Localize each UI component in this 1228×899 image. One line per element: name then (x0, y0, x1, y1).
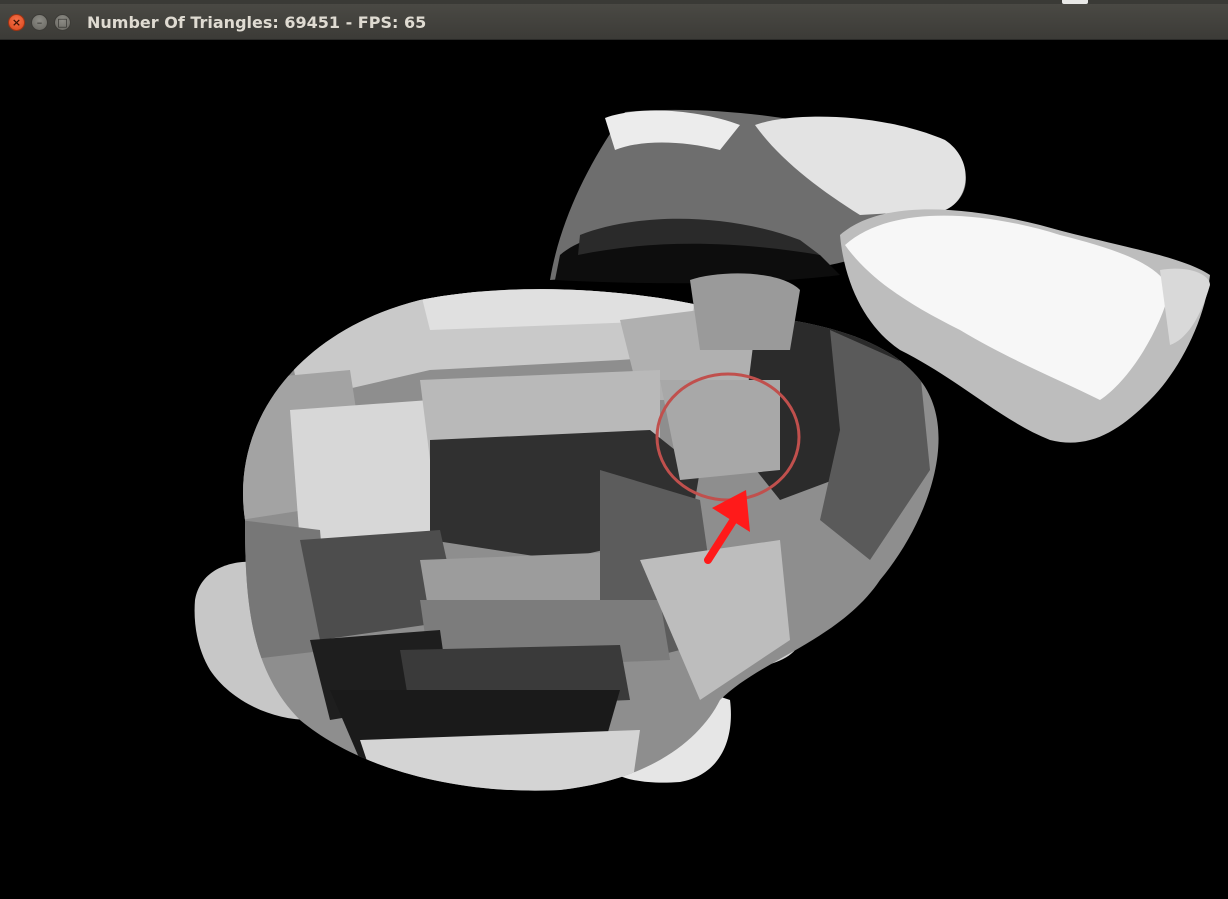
maximize-icon[interactable]: □ (54, 14, 71, 31)
minimize-icon[interactable]: – (31, 14, 48, 31)
close-icon[interactable]: × (8, 14, 25, 31)
mesh-render (194, 109, 1210, 791)
mesh-body (242, 289, 939, 791)
window-titlebar[interactable]: × – □ Number Of Triangles: 69451 - FPS: … (0, 4, 1228, 40)
window-title: Number Of Triangles: 69451 - FPS: 65 (87, 13, 427, 32)
application-window: × – □ Number Of Triangles: 69451 - FPS: … (0, 0, 1228, 899)
mesh-neck (690, 273, 800, 350)
render-viewport[interactable] (0, 40, 1228, 899)
